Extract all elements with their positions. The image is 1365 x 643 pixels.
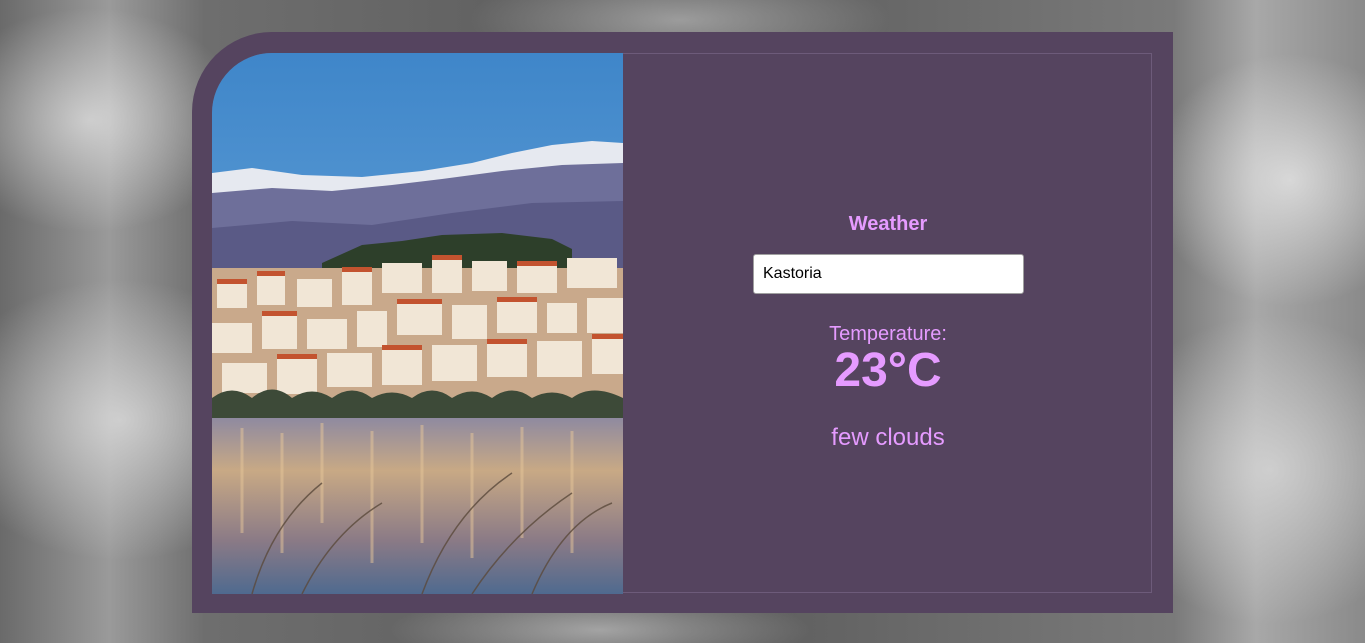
weather-card: Weather Temperature: 23°C few clouds — [192, 32, 1173, 613]
temperature-value: 23°C — [834, 344, 942, 397]
weather-panel: Weather Temperature: 23°C few clouds — [623, 53, 1153, 593]
city-photo — [212, 53, 623, 594]
city-search-input[interactable] — [753, 254, 1024, 294]
app-title: Weather — [848, 213, 928, 235]
weather-description: few clouds — [831, 424, 945, 451]
